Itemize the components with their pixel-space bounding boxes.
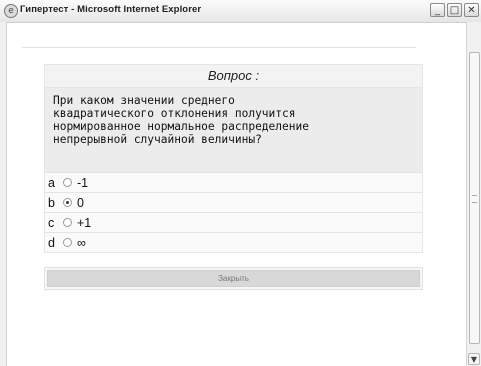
answer-letter: b <box>48 195 55 210</box>
vertical-scrollbar[interactable]: ▼ <box>466 22 481 366</box>
radio-button[interactable] <box>63 178 72 187</box>
radio-button-selected[interactable] <box>63 198 72 207</box>
close-window-button[interactable]: ✕ <box>464 3 479 17</box>
window-controls: _ □ ✕ <box>430 3 479 17</box>
answer-option-a[interactable]: a -1 <box>45 172 422 192</box>
answer-letter: a <box>48 175 55 190</box>
scroll-down-icon[interactable]: ▼ <box>468 353 480 365</box>
answer-value: ∞ <box>77 235 86 250</box>
scrollbar-thumb[interactable] <box>469 52 480 344</box>
title-bar: e Гипертест - Microsoft Internet Explore… <box>0 0 481 23</box>
question-header: Вопрос : <box>44 64 423 88</box>
quiz-panel: Вопрос : При каком значении среднего ква… <box>44 64 423 290</box>
answer-option-b[interactable]: b 0 <box>45 192 422 212</box>
answer-option-c[interactable]: c +1 <box>45 212 422 232</box>
ie-icon[interactable]: e <box>4 4 18 18</box>
divider <box>22 47 416 48</box>
answer-value: -1 <box>77 175 89 190</box>
minimize-button[interactable]: _ <box>430 3 445 17</box>
window-frame-left <box>0 22 7 366</box>
close-button-container: Закрыть <box>44 267 423 290</box>
answer-list: a -1 b 0 c +1 d ∞ <box>44 172 423 253</box>
answer-value: +1 <box>77 215 92 230</box>
maximize-button[interactable]: □ <box>447 3 462 17</box>
answer-option-d[interactable]: d ∞ <box>45 232 422 252</box>
answer-letter: c <box>48 215 55 230</box>
scrollbar-grip <box>472 195 477 203</box>
radio-button[interactable] <box>63 218 72 227</box>
close-button[interactable]: Закрыть <box>47 270 420 287</box>
answer-value: 0 <box>77 195 84 210</box>
answer-letter: d <box>48 235 55 250</box>
browser-window: e Гипертест - Microsoft Internet Explore… <box>0 0 481 366</box>
question-text: При каком значении среднего квадратическ… <box>44 88 423 172</box>
radio-button[interactable] <box>63 238 72 247</box>
window-title: Гипертест - Microsoft Internet Explorer <box>20 4 202 15</box>
